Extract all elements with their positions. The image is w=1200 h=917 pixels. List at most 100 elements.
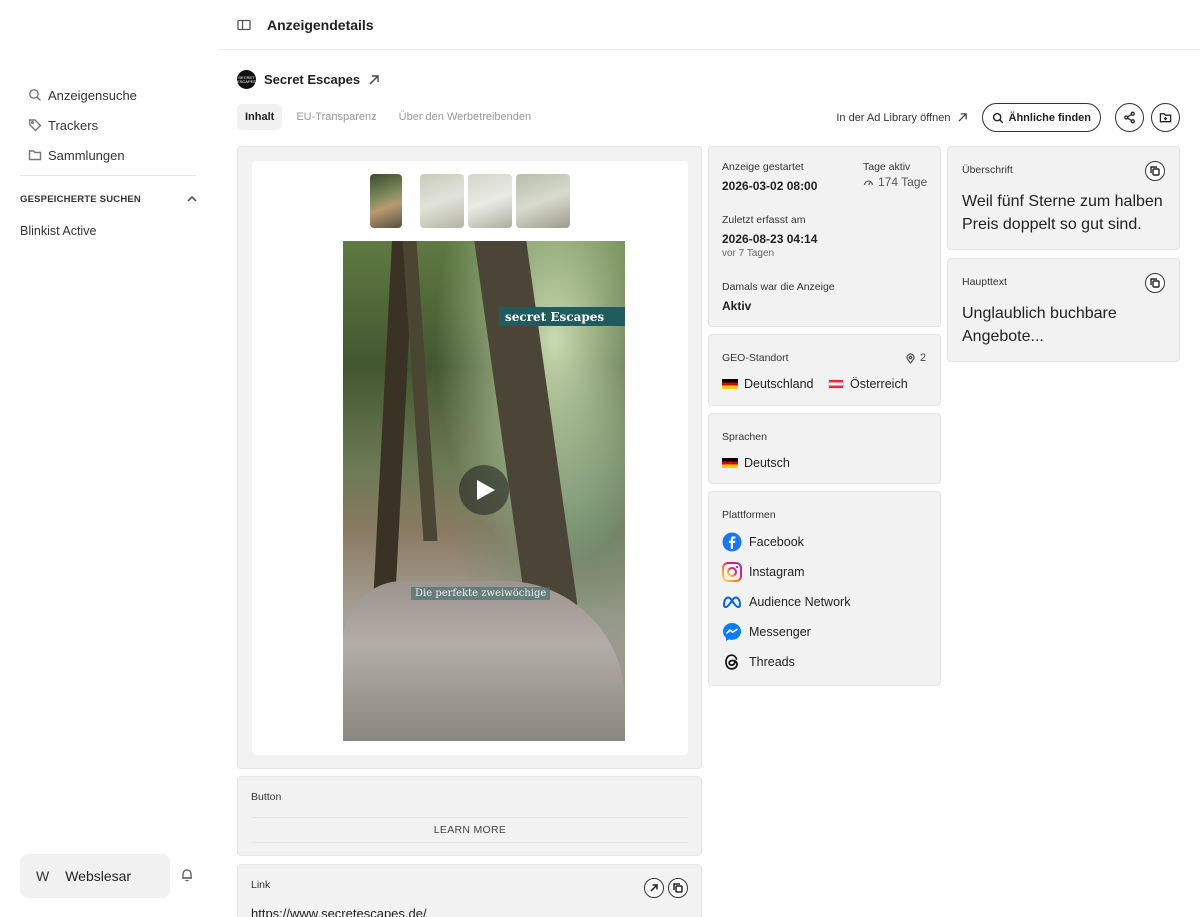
external-link-icon[interactable] <box>368 74 380 86</box>
top-bar: Anzeigendetails <box>218 0 1200 50</box>
geo-card: GEO-Standort 2 Deutschland Österreich <box>708 334 941 406</box>
gauge-icon <box>863 179 874 185</box>
thumbnail-4[interactable] <box>516 174 570 228</box>
link-url[interactable]: https://www.secretescapes.de/ <box>251 906 427 917</box>
open-ad-library-label: In der Ad Library öffnen <box>836 111 951 124</box>
status-value: Aktiv <box>722 299 752 313</box>
open-link-button[interactable] <box>644 878 664 898</box>
open-ad-library-link[interactable]: In der Ad Library öffnen <box>836 112 967 124</box>
bell-icon[interactable] <box>180 868 194 882</box>
location-pin-icon <box>906 352 915 364</box>
thumbnail-strip <box>252 174 688 228</box>
avatar: W <box>36 868 50 884</box>
user-name: Webslesar <box>65 868 132 884</box>
body-text-label: Haupttext <box>962 276 1007 288</box>
saved-searches-header[interactable]: GESPEICHERTE SUCHEN <box>20 193 198 205</box>
find-similar-button[interactable]: Ähnliche finden <box>981 103 1101 132</box>
copy-icon <box>1150 166 1160 176</box>
advertiser-logo: SECRET ESCAPES <box>237 70 256 89</box>
platform-name: Messenger <box>749 625 811 639</box>
video-scene-rock <box>343 581 625 741</box>
copy-icon <box>673 883 683 893</box>
platform-name: Threads <box>749 655 795 669</box>
ad-video[interactable]: secret Escapes Die perfekte zweiwöchige <box>343 241 625 741</box>
platform-name: Instagram <box>749 565 805 579</box>
advertiser-row: SECRET ESCAPES Secret Escapes <box>237 70 380 89</box>
copy-icon <box>1150 278 1160 288</box>
started-value: 2026-03-02 08:00 <box>722 179 818 193</box>
thumbnail-2[interactable] <box>420 174 464 228</box>
ad-info-card: Anzeige gestartet 2026-03-02 08:00 Tage … <box>708 146 941 327</box>
language-name: Deutsch <box>744 456 790 470</box>
language-item: Deutsch <box>722 456 790 470</box>
sidebar-item-label: Trackers <box>48 117 99 133</box>
germany-flag-icon <box>722 458 738 468</box>
find-similar-label: Ähnliche finden <box>1008 111 1092 124</box>
button-card-label: Button <box>251 791 282 803</box>
platform-name: Facebook <box>749 535 804 549</box>
meta-icon <box>722 592 742 612</box>
platforms-card: Plattformen Facebook Instagram Audience … <box>708 491 941 686</box>
thumbnail-1[interactable] <box>370 174 402 228</box>
media-preview: secret Escapes Die perfekte zweiwöchige <box>252 161 688 755</box>
page-title: Anzeigendetails <box>267 16 374 33</box>
play-button[interactable] <box>459 465 509 515</box>
play-icon <box>476 480 495 500</box>
user-menu[interactable]: W Webslesar <box>20 854 170 898</box>
cta-button[interactable]: LEARN MORE <box>252 817 688 843</box>
external-link-icon <box>957 113 967 122</box>
thumbnail-3[interactable] <box>468 174 512 228</box>
geo-count-value: 2 <box>920 352 927 364</box>
sidebar-item-label: Sammlungen <box>48 147 125 163</box>
video-brand-overlay: secret Escapes <box>499 307 625 326</box>
country-item: Österreich <box>828 377 908 391</box>
sidebar: Anzeigensuche Trackers Sammlungen GESPEI… <box>0 0 218 917</box>
folder-plus-icon <box>1159 113 1172 123</box>
chevron-up-icon[interactable] <box>186 193 198 205</box>
platform-item-messenger: Messenger <box>722 622 811 642</box>
sidebar-item-trackers[interactable]: Trackers <box>28 110 208 140</box>
copy-body-text-button[interactable] <box>1145 273 1165 293</box>
link-card: Link https://www.secretescapes.de/ <box>237 864 702 917</box>
days-active-value: 174 Tage <box>863 175 927 189</box>
share-icon <box>1124 111 1135 124</box>
copy-link-button[interactable] <box>668 878 688 898</box>
folder-icon <box>28 150 42 161</box>
germany-flag-icon <box>722 379 738 389</box>
tab-werbetreibender[interactable]: Über den Werbetreibenden <box>391 104 540 130</box>
advertiser-name[interactable]: Secret Escapes <box>264 72 360 87</box>
video-scene-tree <box>474 241 580 621</box>
save-to-folder-button[interactable] <box>1151 103 1180 132</box>
platform-item-facebook: Facebook <box>722 532 804 552</box>
tab-eu-transparenz[interactable]: EU-Transparenz <box>288 104 384 130</box>
messenger-icon <box>722 622 742 642</box>
body-text: Unglaublich buchbare Angebote... <box>962 305 1117 345</box>
sidebar-toggle-icon[interactable] <box>237 18 251 32</box>
video-caption: Die perfekte zweiwöchige <box>411 587 551 600</box>
action-bar: In der Ad Library öffnen Ähnliche finden <box>836 103 1180 132</box>
headline-card: Überschrift Weil fünf Sterne zum halben … <box>947 146 1180 250</box>
body-text-card: Haupttext Unglaublich buchbare Angebote.… <box>947 258 1180 362</box>
search-icon <box>29 89 41 101</box>
sidebar-item-sammlungen[interactable]: Sammlungen <box>28 140 208 170</box>
link-card-label: Link <box>251 879 271 891</box>
platform-item-instagram: Instagram <box>722 562 805 582</box>
geo-label: GEO-Standort <box>722 352 789 364</box>
search-icon <box>992 112 1003 123</box>
started-label: Anzeige gestartet <box>722 161 804 173</box>
country-name: Deutschland <box>744 377 814 391</box>
platform-item-threads: Threads <box>722 652 795 672</box>
geo-count: 2 <box>905 352 926 364</box>
days-active-text: 174 Tage <box>878 175 928 189</box>
copy-headline-button[interactable] <box>1145 161 1165 181</box>
country-item: Deutschland <box>722 377 814 391</box>
days-active-label: Tage aktiv <box>863 161 911 173</box>
saved-search-item[interactable]: Blinkist Active <box>20 224 96 238</box>
share-button[interactable] <box>1115 103 1144 132</box>
sidebar-item-anzeigensuche[interactable]: Anzeigensuche <box>28 80 208 110</box>
tag-icon <box>28 119 42 132</box>
arrow-up-right-icon <box>650 884 658 892</box>
status-label: Damals war die Anzeige <box>722 281 835 293</box>
tab-inhalt[interactable]: Inhalt <box>237 104 283 130</box>
facebook-icon <box>722 532 742 552</box>
